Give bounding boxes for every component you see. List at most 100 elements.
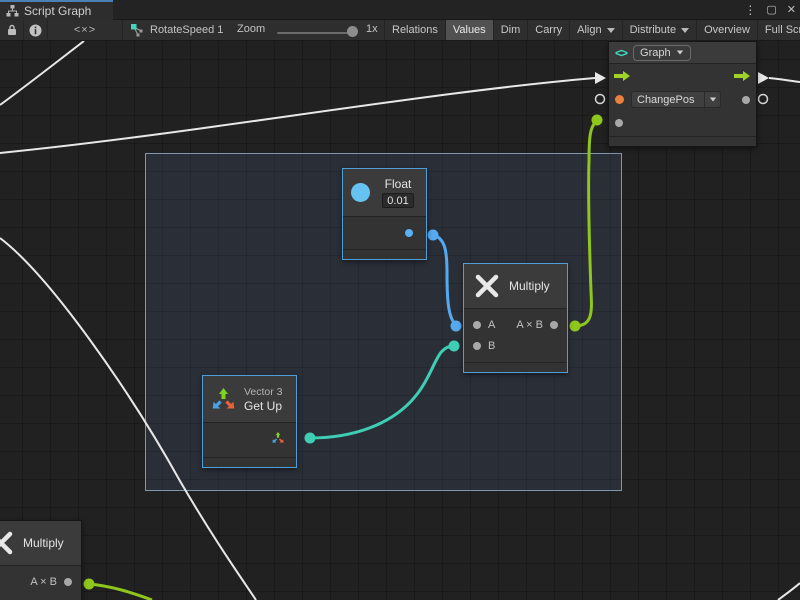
multiply-input-b-port[interactable]: [473, 342, 481, 350]
port-ring-left[interactable]: [596, 95, 605, 104]
code-view-icon: <×>: [74, 24, 96, 36]
dim-button[interactable]: Dim: [493, 20, 528, 40]
tab-title: Script Graph: [24, 4, 91, 18]
port-label-a: A: [488, 319, 495, 331]
flow-input-arrow-icon[interactable]: [614, 71, 631, 81]
wire-white-out-of-graph-node[interactable]: [769, 78, 800, 82]
wire-endpoint-green-start: [570, 321, 581, 332]
wire-teal-getup-to-multiply[interactable]: [310, 346, 454, 438]
distribute-dropdown-button[interactable]: Distribute: [622, 20, 696, 40]
port-row-a: A A × B: [0, 571, 81, 592]
float-body: [343, 217, 426, 248]
graph-canvas[interactable]: <> Graph ChangePos: [0, 41, 800, 600]
multiply-partial-body: A A × B: [0, 566, 81, 592]
vector3-body: [203, 423, 296, 453]
lock-icon: [7, 24, 17, 36]
node-footer: [609, 136, 756, 146]
float-value-field[interactable]: 0.01: [382, 193, 413, 208]
chevron-down-icon: [607, 28, 615, 33]
wire-endpoint-blue-end: [451, 321, 462, 332]
wire-endpoint-teal-start: [305, 433, 316, 444]
lock-button[interactable]: [0, 20, 24, 40]
window-maximize-icon[interactable]: ▢: [766, 0, 776, 20]
vector3-output-port-icon[interactable]: [271, 431, 285, 445]
tab-script-graph[interactable]: Script Graph: [0, 0, 113, 20]
multiply-partial-output-port[interactable]: [64, 578, 72, 586]
align-dropdown-button[interactable]: Align: [569, 20, 621, 40]
port-label-out: A × B: [30, 576, 57, 588]
chevron-down-icon: [676, 51, 682, 55]
port-row-b: B: [464, 335, 567, 356]
wire-green-multiply-to-changepos[interactable]: [575, 120, 597, 326]
wire-blue-float-to-multiply[interactable]: [433, 235, 456, 325]
zoom-slider-track[interactable]: [277, 32, 353, 34]
node-footer: [464, 362, 567, 372]
code-view-button[interactable]: <×>: [48, 20, 123, 40]
tab-strip: Script Graph ⋮ ▢ ✕: [0, 0, 800, 20]
extra-port-row: [609, 112, 756, 134]
node-float[interactable]: Float 0.01: [342, 168, 427, 260]
flow-output-arrow-icon[interactable]: [734, 71, 751, 81]
wire-endpoint-blue-start: [428, 230, 439, 241]
wire-arrowhead-out: [758, 72, 769, 84]
wire-endpoint-green-end: [592, 115, 603, 126]
info-button[interactable]: [24, 20, 48, 40]
node-footer: [343, 249, 426, 259]
node-multiply[interactable]: Multiply A A × B B: [463, 263, 568, 373]
port-ring-right[interactable]: [759, 95, 768, 104]
multiply-partial-title: Multiply: [23, 536, 64, 550]
wire-green-partial-multiply[interactable]: [89, 584, 152, 600]
value-output-port[interactable]: [742, 96, 750, 104]
script-graph-asset-icon: [130, 23, 144, 37]
float-output-port[interactable]: [405, 229, 413, 237]
graph-tree-icon: [6, 5, 19, 17]
zoom-value: 1x: [366, 23, 378, 35]
multiply-x-icon: [0, 530, 14, 556]
flow-port-row: [609, 64, 756, 87]
graph-dropdown-button[interactable]: Graph: [633, 45, 691, 61]
chevron-down-icon: [709, 98, 715, 102]
node-graph-unit[interactable]: <> Graph ChangePos: [608, 41, 757, 147]
multiply-partial-header: Multiply: [0, 521, 81, 566]
chevron-down-icon: [681, 28, 689, 33]
multiply-output-port[interactable]: [550, 321, 558, 329]
graph-reference-label: RotateSpeed 1: [150, 24, 223, 36]
float-title: Float: [385, 177, 412, 191]
wire-endpoint-teal-end: [449, 341, 460, 352]
multiply-header: Multiply: [464, 264, 567, 309]
wire-white-bottomright[interactable]: [778, 583, 800, 600]
port-row-a: A A × B: [464, 314, 567, 335]
multiply-x-icon: [474, 273, 500, 299]
zoom-label: Zoom: [237, 23, 265, 35]
port-label-b: B: [488, 340, 495, 352]
extra-input-port[interactable]: [615, 119, 623, 127]
values-button[interactable]: Values: [445, 20, 493, 40]
multiply-input-a-port[interactable]: [473, 321, 481, 329]
graph-toolbar: <×> RotateSpeed 1 Zoom 1x Relations Valu…: [0, 20, 800, 41]
full-screen-button[interactable]: Full Screen: [757, 20, 800, 40]
script-graph-window: Script Graph ⋮ ▢ ✕ <×>: [0, 0, 800, 600]
float-type-icon: [351, 183, 370, 202]
wire-white-into-graph-node[interactable]: [0, 78, 595, 153]
node-multiply-partial[interactable]: Multiply A A × B: [0, 520, 82, 600]
window-menu-icon[interactable]: ⋮: [744, 0, 756, 20]
zoom-slider-handle[interactable]: [347, 26, 358, 37]
graph-reference-breadcrumb[interactable]: RotateSpeed 1: [130, 20, 223, 40]
vector3-axes-icon: [210, 386, 237, 413]
wire-white-topleft[interactable]: [0, 41, 84, 105]
value-input-port[interactable]: [615, 95, 624, 104]
node-footer: [203, 457, 296, 467]
relations-button[interactable]: Relations: [384, 20, 445, 40]
port-label-out: A × B: [516, 319, 543, 331]
vector3-subtitle: Vector 3: [244, 386, 283, 398]
overview-button[interactable]: Overview: [696, 20, 757, 40]
changepos-dropdown[interactable]: ChangePos: [631, 91, 721, 108]
carry-button[interactable]: Carry: [527, 20, 569, 40]
node-vector3-get-up[interactable]: Vector 3 Get Up: [202, 375, 297, 468]
vector3-title: Get Up: [244, 399, 283, 413]
window-close-icon[interactable]: ✕: [787, 0, 796, 20]
multiply-title: Multiply: [509, 279, 550, 293]
wire-endpoint-green2-start: [84, 579, 95, 590]
graph-unit-header: <> Graph: [609, 42, 756, 64]
toolbar-button-bar: Relations Values Dim Carry Align Distrib…: [384, 20, 800, 40]
